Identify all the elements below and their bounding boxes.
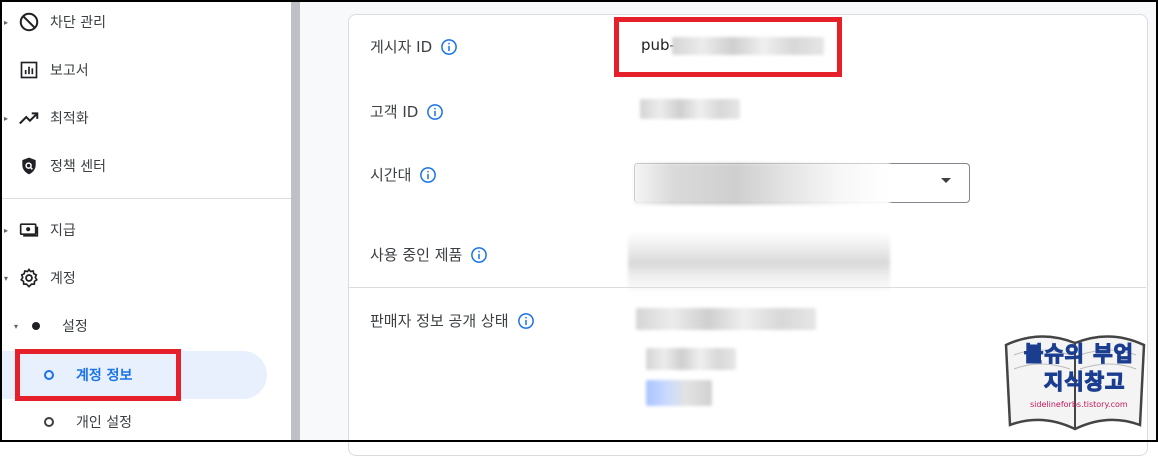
expand-caret-icon[interactable]: ▸ <box>4 18 14 27</box>
collapse-caret-icon[interactable]: ▾ <box>4 274 14 283</box>
watermark-title: 블슈의 부업 <box>1023 341 1134 366</box>
redacted-products-value <box>628 232 890 294</box>
customer-id-row: 고객 ID <box>370 101 444 122</box>
sidebar: ▸ 차단 관리 보고서 ▸ 최적화 정책 센터 ▸ 지급 ▾ 계정 ▾ 설정 계… <box>0 0 291 442</box>
sidebar-item-reports[interactable]: 보고서 <box>0 50 89 90</box>
card-divider <box>348 287 1146 288</box>
products-label: 사용 중인 제품 <box>370 246 463 264</box>
redacted-timezone-value <box>634 163 890 205</box>
bullet-icon <box>32 322 40 330</box>
highlight-box <box>614 17 842 77</box>
sidebar-item-account[interactable]: ▾ 계정 <box>0 258 76 298</box>
payments-icon <box>17 218 41 242</box>
radio-circle-icon <box>44 417 54 427</box>
policy-shield-icon <box>17 154 41 178</box>
sidebar-item-label: 개인 설정 <box>76 415 132 431</box>
expand-caret-icon[interactable]: ▸ <box>4 226 14 235</box>
sidebar-item-settings[interactable]: ▾ 설정 <box>14 316 88 336</box>
redacted-seller-status <box>636 308 816 330</box>
trending-up-icon <box>17 106 41 130</box>
sidebar-item-label: 설정 <box>62 319 88 335</box>
dropdown-arrow-icon <box>941 178 951 183</box>
sidebar-item-label: 정책 센터 <box>50 159 106 175</box>
watermark-url: sidelineforbs.tistory.com <box>1030 400 1128 409</box>
info-icon[interactable] <box>440 38 458 56</box>
sidebar-item-block-management[interactable]: ▸ 차단 관리 <box>0 2 106 42</box>
collapse-caret-icon[interactable]: ▾ <box>14 322 30 331</box>
expand-caret-icon[interactable]: ▸ <box>4 114 14 123</box>
sidebar-item-personal-settings[interactable]: 개인 설정 <box>44 412 132 432</box>
sidebar-item-optimization[interactable]: ▸ 최적화 <box>0 98 89 138</box>
sidebar-divider <box>0 198 291 199</box>
gear-icon <box>17 266 41 290</box>
sidebar-scrollbar[interactable] <box>291 0 300 442</box>
highlight-box <box>15 349 181 401</box>
watermark-subtitle: 지식창고 <box>1043 369 1126 394</box>
sidebar-item-label: 보고서 <box>50 63 89 79</box>
products-row: 사용 중인 제품 <box>370 244 488 265</box>
redacted-seller-detail <box>646 348 736 370</box>
sidebar-item-label: 지급 <box>50 223 76 239</box>
sidebar-item-payments[interactable]: ▸ 지급 <box>0 210 76 250</box>
info-icon[interactable] <box>426 103 444 121</box>
redacted-customer-id <box>640 99 740 119</box>
sidebar-item-label: 차단 관리 <box>50 15 106 31</box>
seller-info-label: 판매자 정보 공개 상태 <box>370 312 509 330</box>
report-chart-icon <box>17 58 41 82</box>
customer-id-label: 고객 ID <box>370 103 419 121</box>
publisher-id-row: 게시자 ID <box>370 36 458 57</box>
info-icon[interactable] <box>470 246 488 264</box>
redacted-seller-link[interactable] <box>646 380 712 406</box>
timezone-label: 시간대 <box>370 166 412 184</box>
timezone-row: 시간대 <box>370 164 437 185</box>
block-icon <box>17 10 41 34</box>
info-icon[interactable] <box>419 166 437 184</box>
sidebar-item-policy-center[interactable]: 정책 센터 <box>0 146 106 186</box>
info-icon[interactable] <box>517 312 535 330</box>
publisher-id-label: 게시자 ID <box>370 38 433 56</box>
sidebar-item-label: 계정 <box>50 271 76 287</box>
sidebar-item-label: 최적화 <box>50 111 89 127</box>
seller-info-row: 판매자 정보 공개 상태 <box>370 310 535 331</box>
